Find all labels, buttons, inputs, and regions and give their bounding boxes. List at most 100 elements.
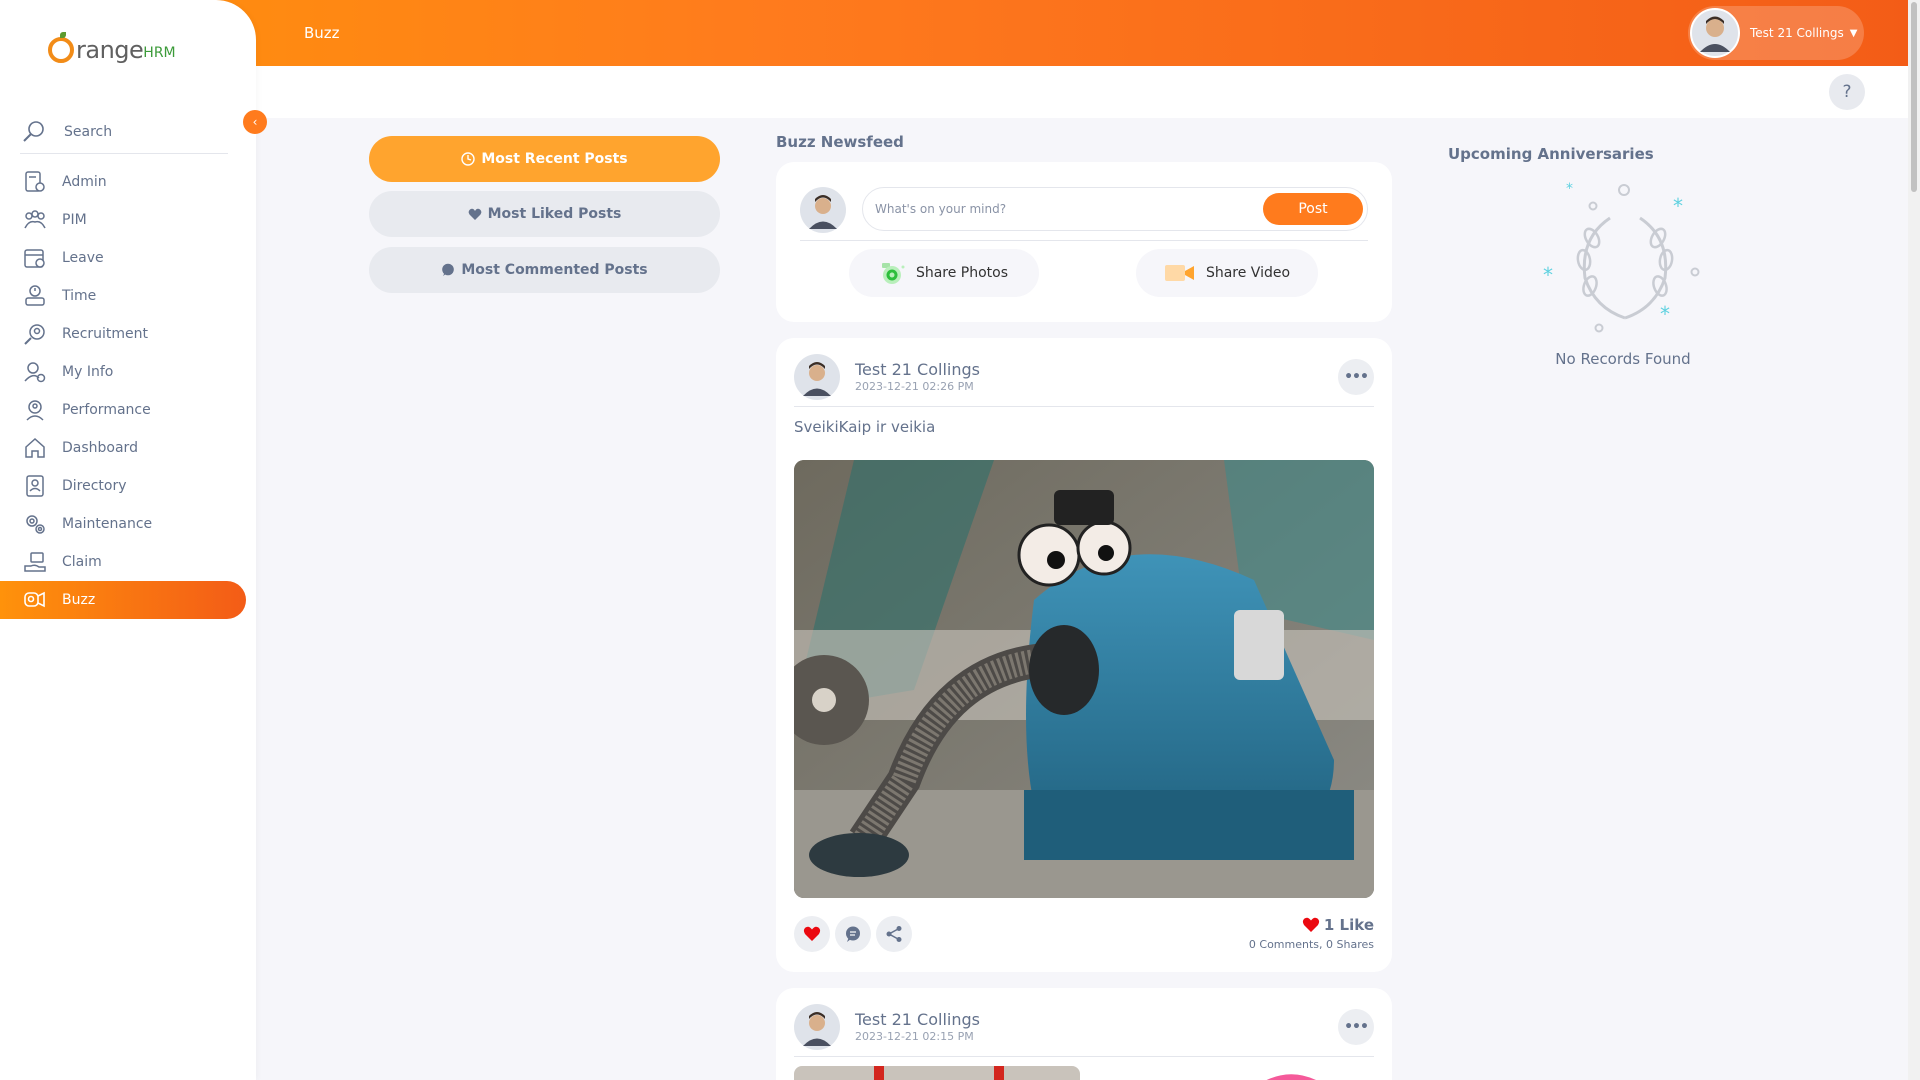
sidebar-item-label: My Info xyxy=(62,364,114,380)
share-button[interactable] xyxy=(876,916,912,952)
post-text: SveikiKaip ir veikia xyxy=(794,418,936,436)
post-more-options-button[interactable]: ••• xyxy=(1338,359,1374,395)
sidebar-item-admin[interactable]: Admin xyxy=(0,163,246,201)
post-photo-thumbnail[interactable] xyxy=(794,1066,1080,1080)
compose-avatar xyxy=(800,187,846,233)
share-photos-button[interactable]: Share Photos xyxy=(849,249,1039,297)
share-video-button[interactable]: Share Video xyxy=(1136,249,1318,297)
buzz-icon xyxy=(22,587,48,613)
page-scrollbar[interactable] xyxy=(1908,0,1920,1080)
most-liked-posts-label: Most Liked Posts xyxy=(487,206,622,222)
newsfeed-title: Buzz Newsfeed xyxy=(776,133,904,151)
sidebar-item-label: Time xyxy=(62,288,97,304)
sidebar-item-label: Claim xyxy=(62,554,102,570)
most-commented-posts-button[interactable]: Most Commented Posts xyxy=(369,247,720,293)
top-bar: Buzz Test 21 Collings ▼ xyxy=(0,0,1920,66)
compose-card: What's on your mind? Post Share Photos S… xyxy=(776,162,1392,322)
post-timestamp: 2023-12-21 02:26 PM xyxy=(855,380,974,393)
caret-down-icon: ▼ xyxy=(1849,27,1858,39)
camera-icon xyxy=(880,261,906,285)
comment-button[interactable] xyxy=(835,916,871,952)
brand-logo[interactable]: range HRM xyxy=(48,30,188,70)
claim-icon xyxy=(22,549,48,575)
sidebar-item-maintenance[interactable]: Maintenance xyxy=(0,505,246,543)
sidebar: range HRM Search Admin PIM Leave Time Re… xyxy=(0,0,256,1080)
sidebar-item-label: Admin xyxy=(62,174,107,190)
like-count-label: 1 Like xyxy=(1323,916,1374,934)
post-input-placeholder: What's on your mind? xyxy=(875,202,1007,216)
sidebar-item-buzz[interactable]: Buzz xyxy=(0,581,246,619)
my-info-icon xyxy=(22,359,48,385)
heart-icon xyxy=(1302,917,1320,933)
page-title: Buzz xyxy=(304,24,340,42)
sidebar-item-leave[interactable]: Leave xyxy=(0,239,246,277)
sidebar-search[interactable]: Search xyxy=(20,110,228,154)
svg-text:*: * xyxy=(1660,302,1670,326)
post-author-avatar xyxy=(794,354,840,400)
sidebar-item-dashboard[interactable]: Dashboard xyxy=(0,429,246,467)
sidebar-item-pim[interactable]: PIM xyxy=(0,201,246,239)
post-input[interactable]: What's on your mind? Post xyxy=(862,187,1368,231)
clock-icon xyxy=(461,152,476,166)
admin-icon xyxy=(22,169,48,195)
directory-icon xyxy=(22,473,48,499)
post-author: Test 21 Collings xyxy=(855,360,980,379)
share-count[interactable]: 0 Shares xyxy=(1326,938,1374,951)
most-commented-posts-label: Most Commented Posts xyxy=(461,262,648,278)
anniversaries-title: Upcoming Anniversaries xyxy=(1448,145,1654,163)
post-more-options-button[interactable]: ••• xyxy=(1338,1009,1374,1045)
orange-logo-icon xyxy=(48,32,74,63)
anniversaries-empty-message: No Records Found xyxy=(1555,350,1691,368)
most-liked-posts-button[interactable]: Most Liked Posts xyxy=(369,191,720,237)
scrollbar-thumb[interactable] xyxy=(1911,2,1917,192)
sidebar-item-my-info[interactable]: My Info xyxy=(0,353,246,391)
most-recent-posts-label: Most Recent Posts xyxy=(481,151,628,167)
sidebar-item-directory[interactable]: Directory xyxy=(0,467,246,505)
share-icon xyxy=(886,926,902,942)
like-count: 1 Like xyxy=(1302,916,1374,934)
heart-icon xyxy=(803,926,821,941)
brand-name: range xyxy=(76,36,144,64)
pim-icon xyxy=(22,207,48,233)
sidebar-item-claim[interactable]: Claim xyxy=(0,543,246,581)
sidebar-item-label: Performance xyxy=(62,402,151,418)
comment-icon xyxy=(441,263,455,277)
recruitment-icon xyxy=(22,321,48,347)
video-camera-icon xyxy=(1164,263,1196,283)
svg-text:*: * xyxy=(1673,194,1683,218)
leave-icon xyxy=(22,245,48,271)
user-dropdown[interactable]: Test 21 Collings ▼ xyxy=(1688,6,1864,60)
most-recent-posts-button[interactable]: Most Recent Posts xyxy=(369,136,720,182)
compose-divider xyxy=(800,240,1368,241)
sidebar-item-label: PIM xyxy=(62,212,87,228)
sidebar-item-label: Recruitment xyxy=(62,326,149,342)
sidebar-item-label: Maintenance xyxy=(62,516,153,532)
post-divider xyxy=(794,406,1374,407)
comment-icon xyxy=(846,926,860,942)
collapse-sidebar-button[interactable]: ‹ xyxy=(243,110,267,134)
comment-count[interactable]: 0 Comments xyxy=(1249,938,1319,951)
sidebar-item-recruitment[interactable]: Recruitment xyxy=(0,315,246,353)
dashboard-icon xyxy=(22,435,48,461)
svg-text:*: * xyxy=(1566,181,1573,197)
post-photo-thumbnail[interactable] xyxy=(1236,1066,1336,1080)
heart-icon xyxy=(468,208,482,221)
svg-text:*: * xyxy=(1543,263,1553,287)
sidebar-menu: Admin PIM Leave Time Recruitment My Info… xyxy=(0,163,256,619)
post-button[interactable]: Post xyxy=(1263,193,1363,225)
performance-icon xyxy=(22,397,48,423)
sidebar-item-time[interactable]: Time xyxy=(0,277,246,315)
share-video-label: Share Video xyxy=(1205,265,1291,281)
post-author: Test 21 Collings xyxy=(855,1010,980,1029)
help-button[interactable]: ? xyxy=(1829,74,1865,110)
like-button[interactable] xyxy=(794,916,830,952)
sub-bar xyxy=(256,66,1920,118)
sidebar-item-performance[interactable]: Performance xyxy=(0,391,246,429)
post-photo[interactable] xyxy=(794,460,1374,898)
user-avatar xyxy=(1690,8,1740,58)
maintenance-icon xyxy=(22,511,48,537)
sidebar-item-label: Buzz xyxy=(62,592,96,608)
post-timestamp: 2023-12-21 02:15 PM xyxy=(855,1030,974,1043)
post-divider xyxy=(794,1056,1374,1057)
search-icon xyxy=(20,118,48,146)
